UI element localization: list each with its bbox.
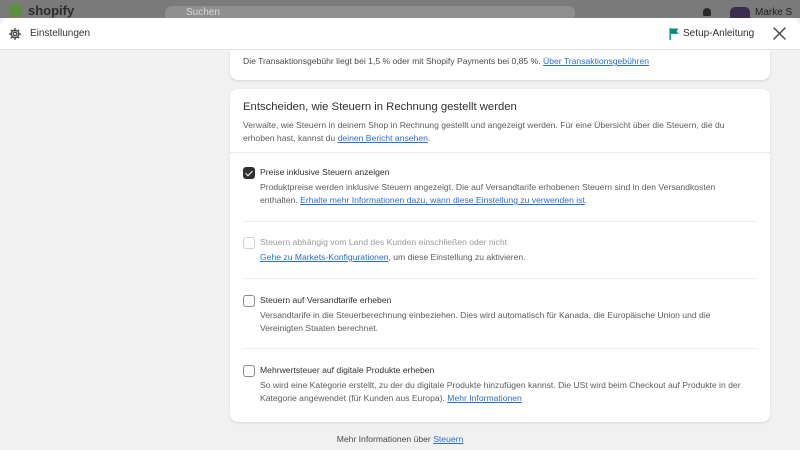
close-icon[interactable] [772, 26, 787, 41]
transaction-fee-text: Die Transaktionsgebühr liegt bei 1,5 % o… [243, 56, 649, 66]
tax-settings-card: Entscheiden, wie Steuern in Rechnung ges… [230, 89, 770, 422]
background-search-placeholder: Suchen [186, 7, 220, 18]
option-help-end: , um diese Einstellung zu aktivieren. [388, 252, 526, 262]
divider [243, 278, 757, 279]
option-help: So wird eine Kategorie erstellt, zu der … [260, 379, 752, 405]
footer: Mehr Informationen über Steuern [0, 434, 800, 444]
section-heading: Entscheiden, wie Steuern in Rechnung ges… [243, 101, 517, 113]
section-description: Verwalte, wie Steuern in deinem Shop in … [243, 119, 743, 145]
option-label: Steuern abhängig vom Land des Kunden ein… [260, 237, 508, 247]
page-title: Einstellungen [30, 28, 91, 39]
option-help-end: . [584, 195, 588, 205]
section-description-text: Verwalte, wie Steuern in deinem Shop in … [243, 120, 725, 143]
option-help: Gehe zu Markets-Konfigurationen, um dies… [260, 251, 752, 264]
option-help: Versandtarife in die Steuerberechnung ei… [260, 310, 711, 333]
prices-include-tax-checkbox[interactable] [243, 167, 255, 179]
shopify-logo-text: shopify [28, 3, 75, 18]
divider [230, 152, 770, 153]
option-label: Mehrwertsteuer auf digitale Produkte erh… [260, 365, 435, 375]
option-help: Produktpreise werden inklusive Steuern a… [260, 181, 752, 207]
footer-text: Mehr Informationen über [336, 434, 431, 444]
bell-icon [703, 8, 711, 16]
markets-configuration-link[interactable]: Gehe zu Markets-Konfigurationen [260, 252, 389, 262]
modal-header: Einstellungen Setup-Anleitung [0, 18, 800, 50]
section-description-end: . [427, 133, 431, 143]
background-user-name: Marke S [755, 7, 793, 18]
vat-digital-products-checkbox[interactable] [243, 365, 255, 377]
transaction-fee-link[interactable]: Über Transaktionsgebühren [543, 56, 649, 66]
option-label: Steuern auf Versandtarife erheben [260, 295, 392, 305]
transaction-fee-label: Die Transaktionsgebühr liegt bei 1,5 % o… [243, 56, 541, 66]
shopify-logo-icon [10, 4, 22, 17]
option-label: Preise inklusive Steuern anzeigen [260, 167, 390, 177]
divider [243, 348, 757, 349]
taxes-link[interactable]: Steuern [433, 434, 463, 444]
divider [243, 221, 757, 222]
flag-icon[interactable] [669, 28, 679, 40]
more-information-link[interactable]: Mehr Informationen [447, 393, 522, 403]
tax-by-country-checkbox [243, 237, 255, 249]
transaction-fee-card: Die Transaktionsgebühr liegt bei 1,5 % o… [230, 50, 770, 80]
gear-icon [9, 28, 21, 40]
learn-when-to-use-link[interactable]: Erhalte mehr Informationen dazu, wann di… [300, 195, 585, 205]
tax-on-shipping-checkbox[interactable] [243, 295, 255, 307]
view-report-link[interactable]: deinen Bericht ansehen [338, 133, 428, 143]
settings-modal: Einstellungen Setup-Anleitung Die Transa… [0, 18, 800, 450]
setup-guide-button[interactable]: Setup-Anleitung [683, 28, 754, 39]
